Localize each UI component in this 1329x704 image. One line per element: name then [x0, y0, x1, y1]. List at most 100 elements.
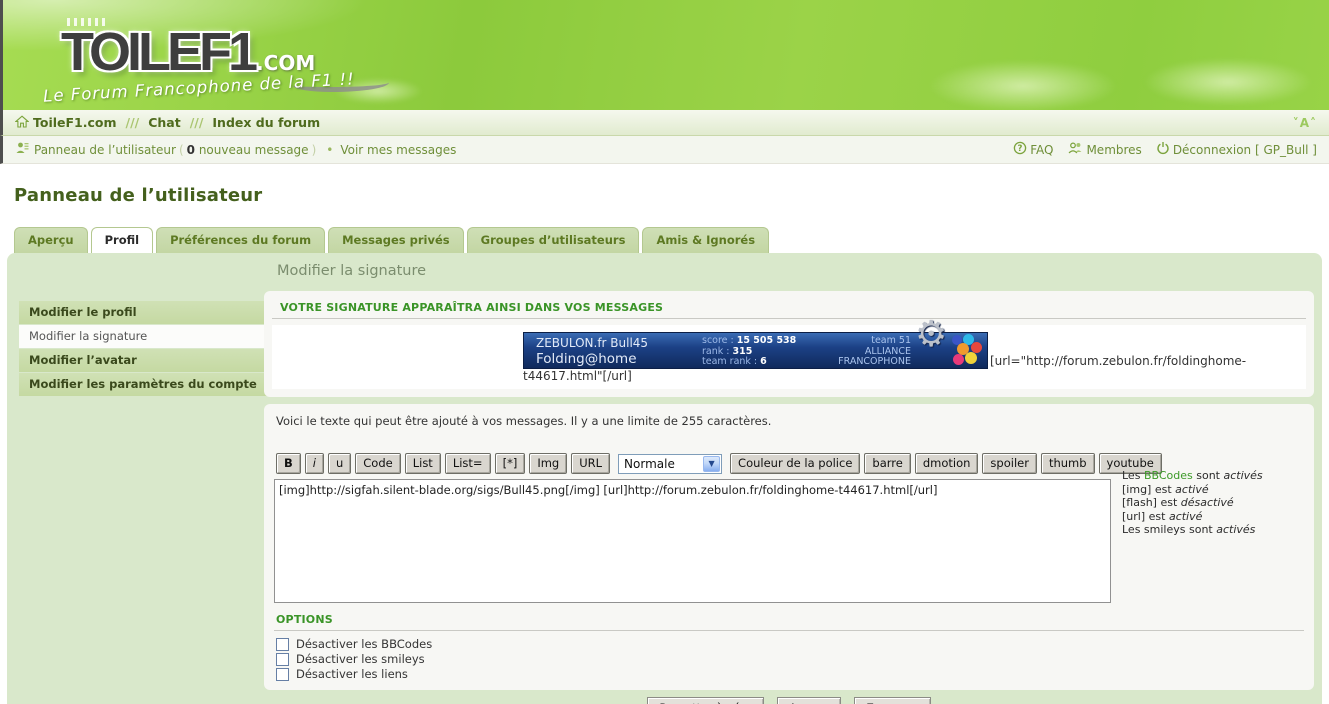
breadcrumb-separator: ///: [126, 115, 140, 130]
logo-dot-yellow: [965, 352, 977, 364]
tab-amis-ignores[interactable]: Amis & Ignorés: [642, 227, 769, 253]
tab-profil[interactable]: Profil: [91, 227, 153, 253]
option-disable-smileys: Désactiver les smileys: [276, 652, 1304, 666]
sidebar-item-modifier-profil[interactable]: Modifier le profil: [19, 301, 272, 324]
fah-rank-value: 315: [733, 346, 753, 357]
img-button[interactable]: Img: [529, 453, 567, 474]
tab-messages-prives[interactable]: Messages privés: [328, 227, 464, 253]
bold-button[interactable]: B: [276, 453, 301, 474]
members-label: Membres: [1086, 143, 1141, 157]
fah-rank-label: rank :: [702, 346, 729, 357]
status-line-bbcodes: Les BBCodes sont activés: [1122, 469, 1263, 483]
user-panel-icon: [15, 141, 30, 158]
status-line-url: [url] est activé: [1122, 510, 1263, 524]
link-logout[interactable]: Déconnexion [ GP_Bull ]: [1156, 141, 1317, 158]
svg-text:?: ?: [1018, 144, 1023, 154]
url-button[interactable]: URL: [571, 453, 610, 474]
bbcodes-link[interactable]: BBCodes: [1144, 469, 1193, 482]
status-line-img: [img] est activé: [1122, 483, 1263, 497]
code-button[interactable]: Code: [355, 453, 400, 474]
section-heading: Modifier la signature: [277, 263, 426, 279]
thumb-button[interactable]: thumb: [1041, 453, 1095, 474]
underline-button[interactable]: u: [328, 453, 351, 474]
user-bar: Panneau de l’utilisateur ( 0 nouveau mes…: [0, 136, 1329, 164]
option-disable-liens: Désactiver les liens: [276, 667, 1304, 681]
ucp-tabs: Aperçu Profil Préférences du forum Messa…: [14, 227, 1329, 253]
divider: [272, 318, 1306, 319]
disable-bbcodes-checkbox[interactable]: [276, 638, 289, 651]
fah-score-label: score :: [702, 335, 734, 346]
dmotion-button[interactable]: dmotion: [915, 453, 979, 474]
logout-label: Déconnexion [ GP_Bull ]: [1173, 143, 1317, 157]
nav-link-chat[interactable]: Chat: [148, 115, 180, 130]
f1-car-silhouette: [928, 60, 1118, 110]
logo-text: TOILEF1: [61, 22, 254, 82]
link-user-panel[interactable]: Panneau de l’utilisateur: [34, 143, 176, 157]
fah-team-name2: FRANCOPHONE: [838, 357, 911, 368]
fah-username: ZEBULON.fr Bull45: [536, 335, 648, 351]
status-line-flash: [flash] est désactivé: [1122, 496, 1263, 510]
fah-team-logo: ⚙: [915, 333, 985, 370]
bbcode-status-block: Les BBCodes sont activés [img] est activ…: [1122, 469, 1263, 537]
italic-button[interactable]: i: [305, 453, 324, 474]
fah-team-block: team 51 ALLIANCE FRANCOPHONE: [838, 336, 911, 368]
paren: ): [312, 143, 317, 157]
font-size-selected-value: Normale: [624, 457, 675, 471]
fah-team-number: team 51: [838, 336, 911, 347]
options-title: OPTIONS: [276, 613, 1304, 626]
faq-icon: ?: [1013, 141, 1027, 158]
link-view-messages[interactable]: Voir mes messages: [340, 143, 456, 157]
font-size-select[interactable]: Normale ▼: [618, 454, 722, 474]
fah-score-value: 15 505 538: [737, 335, 797, 346]
reset-button[interactable]: Remettre à zéro: [647, 697, 763, 704]
page-title: Panneau de l’utilisateur: [14, 185, 1329, 206]
signature-preview-box: ZEBULON.fr Bull45 Folding@home score : 1…: [272, 325, 1306, 389]
members-icon: [1067, 141, 1083, 158]
sidebar-item-modifier-avatar[interactable]: Modifier l’avatar: [19, 349, 272, 372]
preview-button[interactable]: Aperçu: [777, 697, 841, 704]
new-messages-label[interactable]: nouveau message: [199, 143, 309, 157]
signature-url-text-line1: [url="http://forum.zebulon.fr/foldinghom…: [990, 354, 1246, 368]
fah-teamrank-label: team rank :: [702, 356, 757, 367]
main-content: VOTRE SIGNATURE APPARAÎTRA AINSI DANS VO…: [264, 291, 1314, 704]
f1-car-silhouette: [1143, 58, 1313, 106]
link-members[interactable]: Membres: [1067, 141, 1141, 158]
tab-apercu[interactable]: Aperçu: [14, 227, 88, 253]
site-logo[interactable]: TOILEF1.COM: [61, 18, 315, 76]
sidebar-item-modifier-signature[interactable]: Modifier la signature: [19, 325, 272, 348]
submit-button[interactable]: Envoyer: [854, 697, 930, 704]
font-color-button[interactable]: Couleur de la police: [730, 453, 860, 474]
list-item-button[interactable]: [*]: [495, 453, 526, 474]
disable-links-checkbox[interactable]: [276, 668, 289, 681]
faq-label: FAQ: [1030, 143, 1053, 157]
fah-teamrank-value: 6: [760, 356, 767, 367]
strike-button[interactable]: barre: [864, 453, 910, 474]
option-label: Désactiver les BBCodes: [296, 637, 432, 651]
disable-smileys-checkbox[interactable]: [276, 653, 289, 666]
nav-link-forum-index[interactable]: Index du forum: [212, 115, 320, 130]
sidebar-item-parametres-compte[interactable]: Modifier les paramètres du compte: [19, 373, 272, 396]
folding-home-signature-image: ZEBULON.fr Bull45 Folding@home score : 1…: [523, 332, 988, 369]
divider: [274, 630, 1304, 631]
tab-preferences[interactable]: Préférences du forum: [156, 227, 325, 253]
power-icon: [1156, 141, 1170, 158]
signature-url-text-line2: t44617.html"[/url]: [523, 369, 632, 383]
ucp-container: Modifier la signature Modifier le profil…: [7, 253, 1322, 704]
spoiler-button[interactable]: spoiler: [982, 453, 1037, 474]
bullet-separator: •: [326, 143, 333, 157]
tab-groupes[interactable]: Groupes d’utilisateurs: [467, 227, 640, 253]
status-line-smileys: Les smileys sont activés: [1122, 523, 1263, 537]
font-size-widget[interactable]: ˅A˄: [1293, 116, 1317, 130]
logo-dot-pink: [953, 354, 964, 365]
link-faq[interactable]: ? FAQ: [1013, 141, 1053, 158]
signature-textarea[interactable]: [img]http://sigfah.silent-blade.org/sigs…: [274, 479, 1111, 603]
ucp-sidebar: Modifier le profil Modifier la signature…: [19, 301, 272, 397]
option-disable-bbcodes: Désactiver les BBCodes: [276, 637, 1304, 651]
new-messages-count[interactable]: 0: [187, 143, 195, 157]
breadcrumb-bar: ToileF1.com /// Chat /// Index du forum …: [0, 110, 1329, 136]
list-ordered-button[interactable]: List=: [445, 453, 491, 474]
editor-description: Voici le texte qui peut être ajouté à vo…: [276, 414, 1304, 428]
option-label: Désactiver les smileys: [296, 652, 425, 666]
nav-link-home[interactable]: ToileF1.com: [33, 115, 117, 130]
list-button[interactable]: List: [405, 453, 441, 474]
